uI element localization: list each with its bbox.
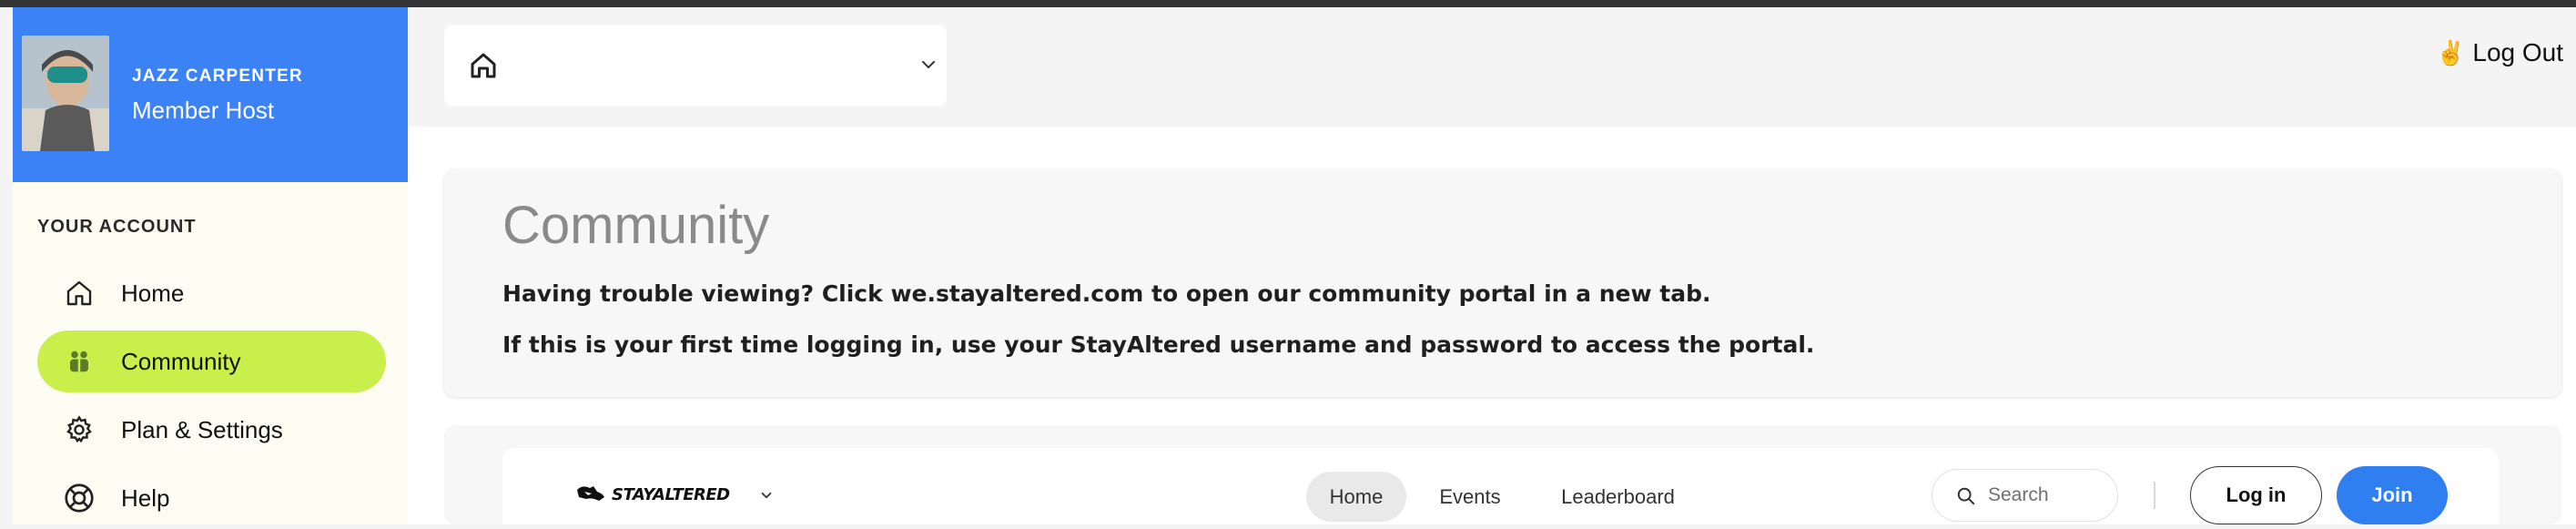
location-selector[interactable]	[444, 25, 947, 107]
sidebar-item-community[interactable]: Community	[37, 331, 386, 392]
user-role: Member Host	[132, 97, 275, 124]
sidebar-item-label: Home	[121, 279, 185, 307]
sidebar-item-help[interactable]: Help	[37, 467, 386, 529]
page-title: Community	[502, 196, 770, 255]
chevron-down-icon[interactable]	[758, 487, 775, 504]
search-icon	[1956, 486, 1976, 506]
divider	[2154, 482, 2155, 509]
home-icon	[63, 277, 96, 310]
lifebuoy-icon	[63, 482, 96, 514]
home-icon	[467, 49, 500, 82]
sidebar-item-label: Plan & Settings	[121, 415, 283, 443]
logout-label: Log Out	[2472, 38, 2564, 66]
profile-card: JAZZ CARPENTER Member Host	[13, 7, 408, 182]
portal-tab-events[interactable]: Events	[1420, 472, 1520, 522]
gear-icon	[63, 413, 96, 446]
top-strip	[0, 0, 2576, 7]
sidebar-item-plan-settings[interactable]: Plan & Settings	[37, 399, 386, 461]
portal-join-button[interactable]: Join	[2337, 466, 2448, 524]
info-line-login-hint: If this is your first time logging in, u…	[502, 331, 1815, 358]
portal-tab-home[interactable]: Home	[1306, 472, 1406, 522]
sidebar-item-label: Help	[121, 483, 170, 512]
portal-tab-leaderboard[interactable]: Leaderboard	[1538, 472, 1698, 522]
brand-name: STAYALTERED	[612, 485, 730, 504]
portal-brand[interactable]: STAYALTERED	[575, 483, 730, 507]
logout-button[interactable]: ✌️ Log Out	[2436, 38, 2563, 67]
stayaltered-logo-icon	[575, 483, 606, 507]
user-name: JAZZ CARPENTER	[132, 66, 303, 86]
section-label-your-account: YOUR ACCOUNT	[37, 217, 197, 237]
chevron-down-icon	[918, 54, 939, 76]
info-line-portal-link: Having trouble viewing? Click we.stayalt…	[502, 280, 1711, 307]
portal-login-button[interactable]: Log in	[2190, 466, 2322, 524]
sidebar-item-label: Community	[121, 347, 241, 375]
portal-search[interactable]: Search	[1932, 469, 2118, 522]
search-placeholder: Search	[1988, 484, 2049, 505]
community-icon	[63, 345, 96, 378]
sidebar-item-home[interactable]: Home	[37, 262, 386, 324]
peace-sign-icon: ✌️	[2436, 38, 2466, 66]
avatar[interactable]	[22, 36, 109, 151]
